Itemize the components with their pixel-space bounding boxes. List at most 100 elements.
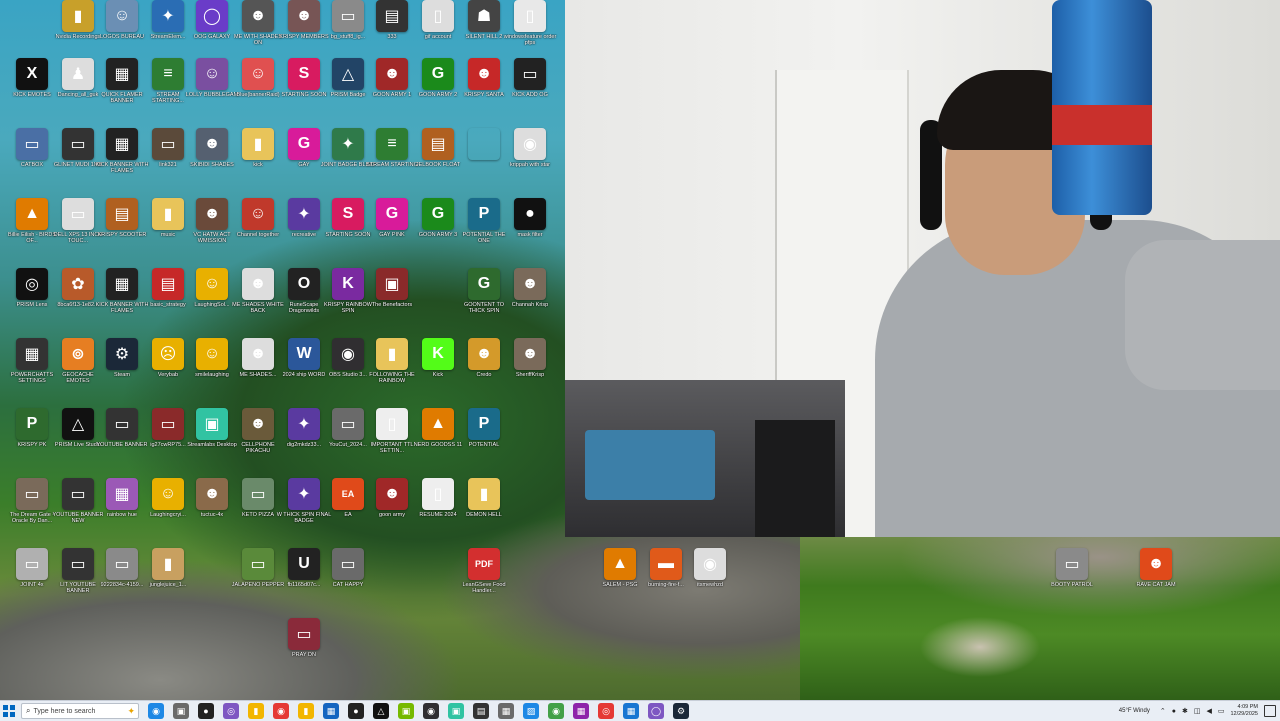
app-icon-5[interactable]: ▦ [623,703,639,719]
desktop-icon[interactable]: ☻ SheriffKrisp [508,338,552,378]
desktop-icon[interactable]: ☻ KRISPY SANTA [462,58,506,98]
desktop-icon[interactable]: G GOON ARMY 2 [416,58,460,98]
desktop-icon[interactable]: ☻ CELLPHONE PIKACHU [236,408,280,454]
desktop-icon[interactable]: ▦ KICK BANNER WITH FLAMES [96,128,148,174]
desktop-icon[interactable]: ☻ VC HATW ACT WMISSION [190,198,234,244]
mic-icon-2[interactable]: ● [348,703,364,719]
desktop-icon[interactable]: ▮ junglejuice_1... [146,548,190,588]
desktop-icon[interactable]: X KICK EMOTES [10,58,54,98]
browser-icon-3[interactable]: ◯ [648,703,664,719]
desktop-icon[interactable]: ▯ IMPORTANT TTL SETTIN... [370,408,414,454]
desktop-icon[interactable]: P POTENTIAL THE ONE [462,198,506,244]
file-explorer-icon[interactable]: ▮ [248,703,264,719]
desktop-icon[interactable]: ☻ ME SHADES WHITE BACK [232,268,284,314]
streamlabs-icon[interactable]: ▣ [448,703,464,719]
app-icon[interactable]: ▦ [323,703,339,719]
desktop-icon[interactable]: ☺ LaughingSol... [190,268,234,308]
desktop-icon[interactable]: ▭ 9222834c-4159... [100,548,144,588]
desktop-icon[interactable]: ☺ Channel together [236,198,280,238]
desktop-icon[interactable] [462,128,506,162]
desktop-icon[interactable]: PDF LeanGSeve Food Handler... [462,548,506,594]
desktop-icon[interactable]: ▭ BOOTY PATROL [1050,548,1094,588]
desktop-icon[interactable]: ▣ The Benefactors [370,268,414,308]
desktop-icon[interactable]: ▲ SALEM - PSG [598,548,642,588]
desktop-icon[interactable]: ▭ KETO PIZZA [236,478,280,518]
bluetooth-icon[interactable]: ✱ [1182,707,1188,715]
desktop-icon[interactable]: ▭ The Dream Gate - Oracle By Dan... [10,478,54,524]
desktop-icon[interactable]: ▲ NERD GOODSS 11 [414,408,462,448]
desktop-icon[interactable]: ☺ LOLLY BUBBLEGAM [186,58,238,98]
clock[interactable]: 4:09 PM 12/29/2025 [1230,704,1258,718]
app-icon-3[interactable]: ▦ [498,703,514,719]
prism-icon[interactable]: △ [373,703,389,719]
edge-icon[interactable]: ◉ [148,703,164,719]
desktop-icon[interactable]: ☻ Credo [462,338,506,378]
desktop-icon[interactable]: ☻ RAVE CAT JAM [1134,548,1178,588]
volume-icon[interactable]: ◀ [1206,707,1211,715]
chrome-icon-2[interactable]: ◉ [548,703,564,719]
desktop-icon[interactable]: ☺ Blue(bannerRaid) [236,58,280,98]
desktop-icon[interactable]: ▭ JALAPENO PEPPER [232,548,284,588]
start-button[interactable] [3,705,15,717]
desktop-icon[interactable]: ☻ goon army [370,478,414,518]
desktop-icon[interactable]: ▭ PRAY DN [282,618,326,658]
nvidia-icon[interactable]: ▣ [398,703,414,719]
desktop-icon[interactable]: P POTENTIAL [462,408,506,448]
chevron-up-icon[interactable]: ⌃ [1160,707,1166,715]
desktop-icon[interactable]: ◎ PRISM Lens [10,268,54,308]
search-input[interactable]: ⌕ Type here to search ✦ [21,703,139,719]
desktop-icon[interactable]: G GOON ARMY 3 [416,198,460,238]
app-icon-2[interactable]: ▤ [473,703,489,719]
desktop-icon[interactable]: ▦ KICK BANNER WITH FLAMES [96,268,148,314]
desktop-icon[interactable]: ☻ tuctuc-4x [190,478,234,518]
desktop-icon[interactable]: ▭ CAT HAPPY [326,548,370,588]
desktop-icon[interactable]: ▭ YOUTUBE BANNER [96,408,148,448]
desktop-icon[interactable]: ▭ KICK ADD OG [508,58,552,98]
desktop-icon[interactable]: ☻ ME SHADES... [236,338,280,378]
notification-icon[interactable] [1264,705,1276,717]
desktop-icon[interactable]: ▮ DEMON HELL [462,478,506,518]
desktop-icon[interactable]: ▭ CATBOX [10,128,54,168]
mic-tray-icon[interactable]: ● [1172,708,1176,715]
folder-icon[interactable]: ▮ [298,703,314,719]
weather-widget[interactable]: 45°F Windy [1119,708,1150,714]
desktop-icon[interactable]: ▦ POWERCHATTS SETTINGS [10,338,54,384]
desktop-icon[interactable]: ☻ SKIBIDI SHADES [190,128,234,168]
chrome-icon[interactable]: ◉ [273,703,289,719]
mic-icon[interactable]: ● [198,703,214,719]
desktop-icon[interactable]: K Kick [416,338,460,378]
desktop-icon[interactable]: ◉ krippah with star [508,128,552,168]
browser-icon[interactable]: ◎ [223,703,239,719]
desktop-icon[interactable]: ◉ itsmewhzd [688,548,732,588]
desktop-icon[interactable]: ▣ Streamlabs Desktop [187,408,237,448]
desktop-icon[interactable]: ☻ GOON ARMY 1 [370,58,414,98]
desktop-icon[interactable]: ☺ LOGOS BUREAU [100,0,144,40]
network-icon[interactable]: ◫ [1194,707,1201,715]
desktop-icon[interactable]: ☻ ME WITH SHADES ON [234,0,282,46]
desktop-icon[interactable]: ▯ windowsfeature order pfps [504,0,556,46]
desktop-icon[interactable]: ☗ SILENT HILL 2 [462,0,506,40]
task-view-icon[interactable]: ▣ [173,703,189,719]
desktop-icon[interactable]: G GAY PINK [370,198,414,238]
desktop-icon[interactable]: P KRISPY PK [10,408,54,448]
desktop-icon[interactable]: ▮ FOLLOWING THE RAINBOW [369,338,415,384]
desktop-icon[interactable]: ● mask filter [508,198,552,238]
desktop-icon[interactable]: ▤ KRISPY SCOOTER [98,198,146,238]
desktop-icon[interactable]: ▦ rainbow hue [100,478,144,518]
battery-icon[interactable]: ▭ [1218,707,1225,715]
obs-icon[interactable]: ◉ [423,703,439,719]
steam-icon[interactable]: ⚙ [673,703,689,719]
desktop-icon[interactable]: ☻ Channah Krisp [508,268,552,308]
desktop-icon[interactable]: ▮ kick [236,128,280,168]
desktop-icon[interactable]: ▦ QUICK FLAMER BANNER [100,58,144,104]
desktop-icon[interactable]: ◯ OOG GALAXY [190,0,234,40]
desktop-icon[interactable]: ≡ STREAM STARTING [366,128,418,168]
desktop-icon[interactable]: ▭ JOINT 4x [10,548,54,588]
desktop-icon[interactable]: ⚙ Steam [100,338,144,378]
desktop-icon[interactable]: G GOONTENT TO THICK SPIN [462,268,506,314]
desktop-icon[interactable]: ☺ smilelaughing [190,338,234,378]
desktop-icon[interactable]: ▤ JELBOOK FLOAT [416,128,460,168]
desktop-icon[interactable]: ▲ Billie Eilish - BIRDS OF... [8,198,56,244]
app-icon-4[interactable]: ▦ [573,703,589,719]
desktop-icon[interactable]: ▤ 333 [370,0,414,40]
